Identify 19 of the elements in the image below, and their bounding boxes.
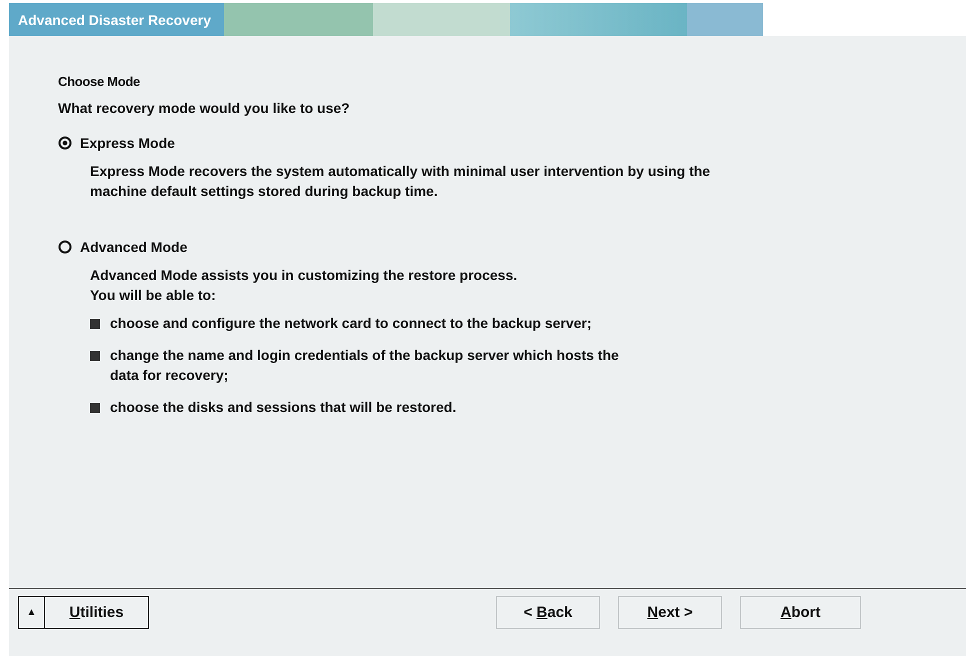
bullet-text: choose and configure the network card to connect to the backup server; [110, 314, 592, 333]
window-title: Advanced Disaster Recovery [18, 12, 211, 28]
bullet-icon [90, 403, 100, 413]
bullet-icon [90, 319, 100, 329]
wizard-button[interactable]: Abort [740, 596, 861, 628]
section-heading: Choose Mode [58, 74, 140, 89]
bullet-text: change the name and login credentials of the backup server which hosts the data for recovery; [110, 346, 619, 385]
bullet-icon [90, 351, 100, 361]
wizard-button[interactable]: < Back [496, 596, 600, 628]
radio-option[interactable]: Express Mode [58, 133, 175, 153]
radio-option[interactable]: Advanced Mode [58, 237, 188, 257]
radio-icon[interactable] [58, 240, 72, 254]
utilities-control[interactable]: ▲ Utilities [18, 596, 149, 628]
bullet-text: choose the disks and sessions that will be restored. [110, 398, 456, 417]
wizard-button[interactable]: Next > [618, 596, 722, 628]
question-text: What recovery mode would you like to use? [58, 100, 350, 116]
mode-description: Express Mode recovers the system automatically with minimal user intervention by using the machine default settings stored during backup time. [90, 162, 710, 201]
radio-icon[interactable] [58, 136, 72, 150]
mode-description: Advanced Mode assists you in customizing the restore process. You will be able to: [90, 266, 518, 305]
